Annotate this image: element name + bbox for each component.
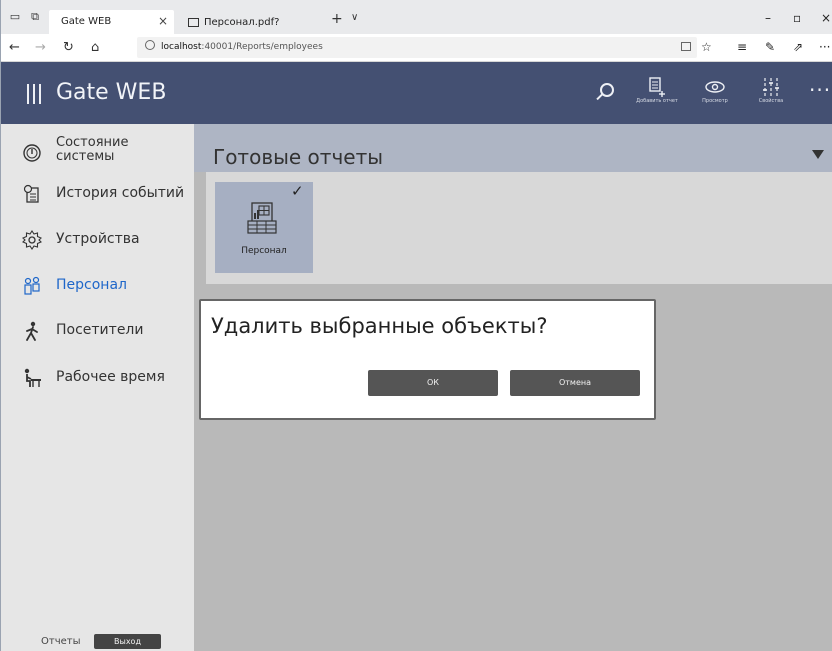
section-title: Готовые отчеты bbox=[213, 145, 384, 169]
url-host: localhost bbox=[161, 42, 202, 52]
app-title: Gate WEB bbox=[56, 80, 167, 105]
sidebar-item-label: Рабочее время bbox=[56, 369, 165, 385]
sidebar-item-label: Состояние системы bbox=[56, 135, 129, 164]
close-tab-icon[interactable]: × bbox=[158, 10, 168, 33]
delete-confirm-dialog: Удалить выбранные объекты? ОК Отмена bbox=[199, 299, 656, 420]
report-document-icon bbox=[246, 201, 278, 236]
system-status-icon bbox=[22, 143, 42, 163]
tab-gate-web[interactable]: Gate WEB × bbox=[49, 10, 174, 34]
more-icon[interactable]: ··· bbox=[809, 78, 831, 102]
reading-view-icon[interactable] bbox=[681, 42, 691, 51]
add-report-label: Добавить отчет bbox=[636, 98, 678, 104]
logout-button[interactable]: Выход bbox=[94, 634, 161, 649]
sidebar-item-label: Посетители bbox=[56, 322, 144, 338]
properties-label: Свойства bbox=[758, 98, 784, 104]
maximize-icon[interactable]: ▫ bbox=[793, 11, 801, 25]
sidebar-item-label: Персонал bbox=[56, 277, 127, 293]
sidebar-item-label: Устройства bbox=[56, 231, 140, 247]
notes-pen-icon[interactable]: ✎ bbox=[765, 40, 775, 54]
search-icon[interactable] bbox=[595, 83, 615, 103]
chevron-down-icon[interactable]: ∨ bbox=[351, 12, 358, 23]
url-field[interactable]: localhost:40001/Reports/employees bbox=[137, 37, 697, 58]
sidebar-item-work-time[interactable]: Рабочее время bbox=[1, 358, 194, 398]
report-tile[interactable]: Персонал ✓ bbox=[215, 182, 313, 273]
share-icon[interactable]: ⇗ bbox=[793, 40, 803, 54]
tab-preview-icon[interactable]: ⧉ bbox=[27, 9, 43, 25]
browser-more-icon[interactable]: ··· bbox=[819, 40, 830, 54]
visitor-icon bbox=[22, 321, 42, 341]
forward-icon[interactable]: → bbox=[35, 40, 46, 55]
document-icon bbox=[188, 18, 199, 27]
tab-bar: ▭ ⧉ Gate WEB × Персонал.pdf?token=1686 +… bbox=[1, 0, 832, 51]
sidebar-item-devices[interactable]: Устройства bbox=[1, 220, 194, 260]
reports-tiles-area: Персонал ✓ bbox=[206, 172, 832, 284]
sidebar-item-visitors[interactable]: Посетители bbox=[1, 311, 194, 351]
close-window-icon[interactable]: × bbox=[821, 11, 831, 25]
tab-actions-icon[interactable]: ▭ bbox=[7, 9, 23, 25]
cancel-button[interactable]: Отмена bbox=[510, 370, 640, 396]
sidebar-item-event-history[interactable]: История событий bbox=[1, 174, 194, 214]
address-bar: ← → ↻ ⌂ localhost:40001/Reports/employee… bbox=[1, 34, 832, 62]
sidebar-item-personnel[interactable]: Персонал bbox=[1, 266, 194, 306]
reports-link[interactable]: Отчеты bbox=[41, 636, 80, 647]
sidebar: Состояние системы История событий Устрой… bbox=[1, 124, 194, 651]
section-header[interactable]: Готовые отчеты bbox=[194, 124, 832, 172]
tab-pdf[interactable]: Персонал.pdf?token=1686 bbox=[182, 11, 327, 51]
site-info-icon[interactable] bbox=[145, 40, 155, 50]
url-path: :40001/Reports/employees bbox=[201, 42, 323, 52]
favorites-list-icon[interactable]: ≡ bbox=[737, 40, 747, 54]
checkmark-icon: ✓ bbox=[291, 182, 304, 200]
ok-button[interactable]: ОК bbox=[368, 370, 498, 396]
report-tile-label: Персонал bbox=[241, 246, 287, 256]
properties-button[interactable]: Свойства bbox=[749, 76, 793, 116]
eye-icon bbox=[693, 76, 737, 98]
preview-label: Просмотр bbox=[702, 98, 728, 104]
refresh-icon[interactable]: ↻ bbox=[63, 40, 74, 55]
new-tab-icon[interactable]: + bbox=[331, 11, 343, 27]
add-report-icon bbox=[635, 76, 679, 98]
add-report-button[interactable]: Добавить отчет bbox=[635, 76, 679, 116]
back-icon[interactable]: ← bbox=[9, 40, 20, 55]
sliders-icon bbox=[749, 76, 793, 98]
preview-button[interactable]: Просмотр bbox=[693, 76, 737, 116]
tab-label: Gate WEB bbox=[61, 16, 112, 27]
dialog-title: Удалить выбранные объекты? bbox=[211, 314, 548, 338]
personnel-icon bbox=[22, 276, 42, 296]
sidebar-footer: Отчеты Выход bbox=[1, 632, 194, 651]
menu-icon[interactable] bbox=[27, 84, 41, 104]
gear-icon bbox=[22, 230, 42, 250]
collapse-triangle-icon[interactable] bbox=[812, 150, 824, 159]
work-time-icon bbox=[22, 368, 42, 388]
sidebar-item-label: История событий bbox=[56, 185, 185, 201]
sidebar-item-system-status[interactable]: Состояние системы bbox=[1, 133, 194, 173]
home-icon[interactable]: ⌂ bbox=[91, 40, 99, 55]
app-header: Gate WEB Добавить отчет Просмотр Свойств… bbox=[1, 62, 832, 124]
browser-window: ▭ ⧉ Gate WEB × Персонал.pdf?token=1686 +… bbox=[0, 0, 832, 651]
favorite-star-icon[interactable]: ☆ bbox=[701, 40, 712, 54]
minimize-icon[interactable]: – bbox=[765, 11, 771, 25]
event-history-icon bbox=[22, 184, 42, 204]
